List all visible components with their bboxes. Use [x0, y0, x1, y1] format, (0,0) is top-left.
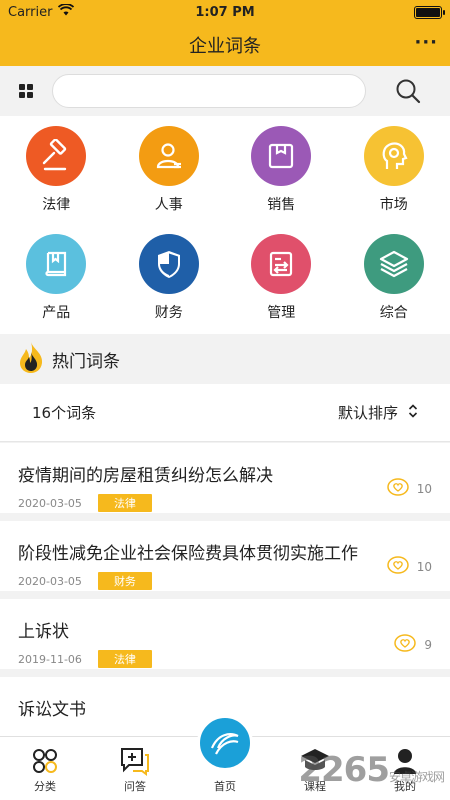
entry-tag: 财务 — [97, 572, 152, 590]
like-count: 9 — [424, 637, 432, 652]
person-icon — [138, 126, 199, 186]
category-label: 法律 — [42, 197, 71, 213]
tab-label: 我的 — [394, 780, 416, 793]
entry-tag: 法律 — [97, 650, 152, 668]
category-label: 销售 — [267, 197, 296, 213]
search-input[interactable] — [52, 74, 366, 108]
heart-icon — [394, 634, 417, 655]
head-icon — [363, 126, 424, 186]
gavel-icon — [26, 126, 87, 186]
search-row — [0, 66, 450, 116]
category-finance[interactable]: 财务 — [113, 234, 226, 338]
tab-label: 课程 — [304, 780, 326, 793]
category-tab-icon — [30, 744, 60, 778]
list-item[interactable]: 上诉状 2019-11-06 法律 9 — [0, 599, 450, 677]
category-hr[interactable]: 人事 — [113, 126, 226, 234]
category-grid: 法律 人事 销售 市场 产品 财务 管理 综合 — [0, 116, 450, 334]
transfer-icon — [251, 234, 312, 294]
tab-qa[interactable]: 问答 — [90, 737, 180, 800]
tab-course[interactable]: 课程 — [270, 737, 360, 800]
category-sales[interactable]: 销售 — [225, 126, 338, 234]
tab-mine[interactable]: 我的 — [360, 737, 450, 800]
shield-icon — [138, 234, 199, 294]
tab-category[interactable]: 分类 — [0, 737, 90, 800]
sort-arrows-icon — [408, 403, 418, 422]
sort-label: 默认排序 — [337, 404, 398, 422]
heart-icon — [386, 556, 409, 577]
list-item[interactable]: 疫情期间的房屋租赁纠纷怎么解决 2020-03-05 法律 10 — [0, 443, 450, 521]
page-title: 企业词条 — [189, 36, 261, 57]
nav-bar: 企业词条 ··· — [0, 24, 450, 66]
search-icon[interactable] — [366, 78, 450, 104]
like-button[interactable]: 9 — [394, 634, 432, 655]
entry-title: 阶段性减免企业社会保险费具体贯彻实施工作 — [18, 544, 358, 564]
status-time: 1:07 PM — [195, 4, 255, 20]
box-icon — [251, 126, 312, 186]
tab-bar: 分类 问答 首页 课程 我的 — [0, 715, 450, 800]
entry-date: 2020-03-05 — [18, 574, 82, 588]
entry-date: 2019-11-06 — [18, 652, 82, 666]
profile-tab-icon — [392, 744, 418, 778]
layers-icon — [363, 234, 424, 294]
category-general[interactable]: 综合 — [338, 234, 450, 338]
entry-date: 2020-03-05 — [18, 496, 82, 510]
carrier-label: Carrier — [8, 4, 53, 20]
flame-icon — [16, 340, 46, 378]
book-icon — [26, 234, 87, 294]
category-label: 产品 — [42, 305, 71, 321]
category-management[interactable]: 管理 — [225, 234, 338, 338]
grid-menu-icon[interactable] — [0, 84, 52, 98]
hot-section-title: 热门词条 — [52, 351, 120, 372]
like-button[interactable]: 10 — [386, 478, 432, 499]
battery-icon — [414, 5, 445, 19]
category-label: 人事 — [154, 197, 183, 213]
more-button[interactable]: ··· — [414, 34, 438, 52]
tab-label: 分类 — [34, 780, 56, 793]
like-count: 10 — [416, 559, 432, 574]
tab-label: 问答 — [124, 780, 146, 793]
tab-home[interactable]: 首页 — [180, 715, 270, 800]
category-label: 综合 — [379, 305, 408, 321]
entry-list: 疫情期间的房屋租赁纠纷怎么解决 2020-03-05 法律 10 阶段性减免企业… — [0, 443, 450, 755]
entry-title: 疫情期间的房屋租赁纠纷怎么解决 — [18, 466, 273, 486]
sort-button[interactable]: 默认排序 — [338, 402, 418, 423]
course-tab-icon — [299, 744, 331, 778]
status-bar: Carrier 1:07 PM — [0, 0, 450, 24]
home-icon — [197, 715, 253, 771]
list-item[interactable]: 阶段性减免企业社会保险费具体贯彻实施工作 2020-03-05 财务 10 — [0, 521, 450, 599]
category-label: 管理 — [267, 305, 296, 321]
entry-count: 16个词条 — [32, 404, 97, 422]
tab-label: 首页 — [214, 780, 236, 793]
entry-title: 上诉状 — [18, 622, 69, 642]
category-label: 财务 — [154, 305, 183, 321]
entry-tag: 法律 — [97, 494, 152, 512]
heart-icon — [386, 478, 409, 499]
entry-meta: 2019-11-06 法律 — [18, 650, 432, 668]
entry-meta: 2020-03-05 财务 — [18, 572, 432, 590]
like-count: 10 — [416, 481, 432, 496]
entry-meta: 2020-03-05 法律 — [18, 494, 432, 512]
category-market[interactable]: 市场 — [338, 126, 450, 234]
like-button[interactable]: 10 — [386, 556, 432, 577]
wifi-icon — [58, 3, 75, 20]
qa-tab-icon — [119, 744, 151, 778]
hot-section-header: 热门词条 — [0, 336, 450, 382]
category-product[interactable]: 产品 — [0, 234, 113, 338]
category-law[interactable]: 法律 — [0, 126, 113, 234]
list-header: 16个词条 默认排序 — [0, 384, 450, 442]
status-left: Carrier — [8, 3, 75, 20]
category-label: 市场 — [379, 197, 408, 213]
